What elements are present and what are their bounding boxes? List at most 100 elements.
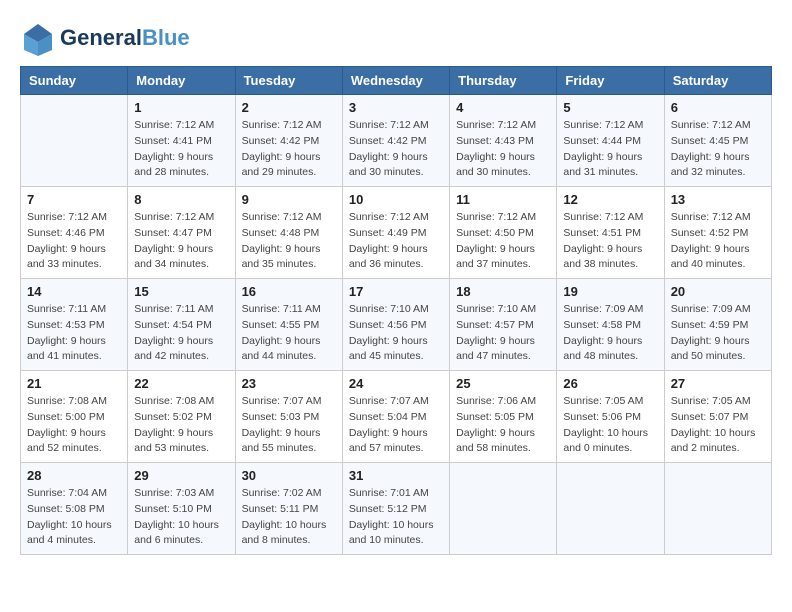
day-number: 8: [134, 192, 228, 207]
calendar-cell: 31 Sunrise: 7:01 AM Sunset: 5:12 PM Dayli…: [342, 463, 449, 555]
calendar-cell: 23 Sunrise: 7:07 AM Sunset: 5:03 PM Dayli…: [235, 371, 342, 463]
day-number: 19: [563, 284, 657, 299]
calendar-cell: 10 Sunrise: 7:12 AM Sunset: 4:49 PM Dayli…: [342, 187, 449, 279]
day-number: 4: [456, 100, 550, 115]
day-info: Sunrise: 7:12 AM Sunset: 4:41 PM Dayligh…: [134, 118, 228, 181]
calendar-cell: 7 Sunrise: 7:12 AM Sunset: 4:46 PM Daylig…: [21, 187, 128, 279]
week-row-4: 21 Sunrise: 7:08 AM Sunset: 5:00 PM Dayli…: [21, 371, 772, 463]
logo: GeneralBlue: [20, 20, 190, 56]
day-number: 1: [134, 100, 228, 115]
day-number: 18: [456, 284, 550, 299]
day-info: Sunrise: 7:10 AM Sunset: 4:57 PM Dayligh…: [456, 302, 550, 365]
calendar-cell: 30Sunrise: 7:02 AM Sunset: 5:11 PM Dayli…: [235, 463, 342, 555]
day-info: Sunrise: 7:11 AM Sunset: 4:53 PM Dayligh…: [27, 302, 121, 365]
day-number: 7: [27, 192, 121, 207]
day-info: Sunrise: 7:08 AM Sunset: 5:00 PM Dayligh…: [27, 394, 121, 457]
day-number: 26: [563, 376, 657, 391]
day-number: 20: [671, 284, 765, 299]
col-header-saturday: Saturday: [664, 67, 771, 95]
day-number: 16: [242, 284, 336, 299]
col-header-friday: Friday: [557, 67, 664, 95]
day-info: Sunrise: 7:08 AM Sunset: 5:02 PM Dayligh…: [134, 394, 228, 457]
day-number: 27: [671, 376, 765, 391]
page-header: GeneralBlue: [20, 20, 772, 56]
day-info: Sunrise: 7:11 AM Sunset: 4:55 PM Dayligh…: [242, 302, 336, 365]
day-number: 24: [349, 376, 443, 391]
calendar-cell: 1 Sunrise: 7:12 AM Sunset: 4:41 PM Daylig…: [128, 95, 235, 187]
calendar-cell: 11 Sunrise: 7:12 AM Sunset: 4:50 PM Dayli…: [450, 187, 557, 279]
day-info: Sunrise: 7:10 AM Sunset: 4:56 PM Dayligh…: [349, 302, 443, 365]
logo-text: GeneralBlue: [60, 25, 190, 51]
calendar-cell: [557, 463, 664, 555]
week-row-5: 28 Sunrise: 7:04 AM Sunset: 5:08 PM Dayli…: [21, 463, 772, 555]
calendar-cell: 18 Sunrise: 7:10 AM Sunset: 4:57 PM Dayli…: [450, 279, 557, 371]
day-info: Sunrise: 7:12 AM Sunset: 4:44 PM Dayligh…: [563, 118, 657, 181]
calendar-cell: 9Sunrise: 7:12 AM Sunset: 4:48 PM Daylig…: [235, 187, 342, 279]
day-number: 14: [27, 284, 121, 299]
day-info: Sunrise: 7:12 AM Sunset: 4:52 PM Dayligh…: [671, 210, 765, 273]
day-number: 22: [134, 376, 228, 391]
calendar-cell: 14 Sunrise: 7:11 AM Sunset: 4:53 PM Dayli…: [21, 279, 128, 371]
day-info: Sunrise: 7:09 AM Sunset: 4:58 PM Dayligh…: [563, 302, 657, 365]
calendar-table: SundayMondayTuesdayWednesdayThursdayFrid…: [20, 66, 772, 555]
day-number: 29: [134, 468, 228, 483]
calendar-cell: 16 Sunrise: 7:11 AM Sunset: 4:55 PM Dayli…: [235, 279, 342, 371]
day-info: Sunrise: 7:07 AM Sunset: 5:03 PM Dayligh…: [242, 394, 336, 457]
day-info: Sunrise: 7:04 AM Sunset: 5:08 PM Dayligh…: [27, 486, 121, 549]
calendar-cell: 20Sunrise: 7:09 AM Sunset: 4:59 PM Dayli…: [664, 279, 771, 371]
day-info: Sunrise: 7:05 AM Sunset: 5:07 PM Dayligh…: [671, 394, 765, 457]
week-row-2: 7 Sunrise: 7:12 AM Sunset: 4:46 PM Daylig…: [21, 187, 772, 279]
day-info: Sunrise: 7:12 AM Sunset: 4:43 PM Dayligh…: [456, 118, 550, 181]
day-number: 6: [671, 100, 765, 115]
day-number: 3: [349, 100, 443, 115]
day-info: Sunrise: 7:12 AM Sunset: 4:42 PM Dayligh…: [349, 118, 443, 181]
calendar-cell: 26 Sunrise: 7:05 AM Sunset: 5:06 PM Dayli…: [557, 371, 664, 463]
calendar-cell: 13Sunrise: 7:12 AM Sunset: 4:52 PM Dayli…: [664, 187, 771, 279]
calendar-cell: 8Sunrise: 7:12 AM Sunset: 4:47 PM Daylig…: [128, 187, 235, 279]
day-info: Sunrise: 7:07 AM Sunset: 5:04 PM Dayligh…: [349, 394, 443, 457]
day-number: 11: [456, 192, 550, 207]
day-info: Sunrise: 7:03 AM Sunset: 5:10 PM Dayligh…: [134, 486, 228, 549]
calendar-cell: 15 Sunrise: 7:11 AM Sunset: 4:54 PM Dayli…: [128, 279, 235, 371]
day-info: Sunrise: 7:12 AM Sunset: 4:46 PM Dayligh…: [27, 210, 121, 273]
day-number: 28: [27, 468, 121, 483]
week-row-3: 14 Sunrise: 7:11 AM Sunset: 4:53 PM Dayli…: [21, 279, 772, 371]
day-number: 17: [349, 284, 443, 299]
day-number: 23: [242, 376, 336, 391]
day-info: Sunrise: 7:02 AM Sunset: 5:11 PM Dayligh…: [242, 486, 336, 549]
day-info: Sunrise: 7:05 AM Sunset: 5:06 PM Dayligh…: [563, 394, 657, 457]
calendar-cell: 29 Sunrise: 7:03 AM Sunset: 5:10 PM Dayli…: [128, 463, 235, 555]
calendar-cell: [450, 463, 557, 555]
day-info: Sunrise: 7:06 AM Sunset: 5:05 PM Dayligh…: [456, 394, 550, 457]
day-info: Sunrise: 7:01 AM Sunset: 5:12 PM Dayligh…: [349, 486, 443, 549]
calendar-cell: 17 Sunrise: 7:10 AM Sunset: 4:56 PM Dayli…: [342, 279, 449, 371]
day-number: 31: [349, 468, 443, 483]
day-number: 12: [563, 192, 657, 207]
calendar-cell: [664, 463, 771, 555]
week-row-1: 1 Sunrise: 7:12 AM Sunset: 4:41 PM Daylig…: [21, 95, 772, 187]
day-info: Sunrise: 7:11 AM Sunset: 4:54 PM Dayligh…: [134, 302, 228, 365]
day-number: 10: [349, 192, 443, 207]
day-number: 5: [563, 100, 657, 115]
day-info: Sunrise: 7:12 AM Sunset: 4:45 PM Dayligh…: [671, 118, 765, 181]
day-number: 2: [242, 100, 336, 115]
day-info: Sunrise: 7:12 AM Sunset: 4:42 PM Dayligh…: [242, 118, 336, 181]
calendar-cell: 12 Sunrise: 7:12 AM Sunset: 4:51 PM Dayli…: [557, 187, 664, 279]
logo-icon: [20, 20, 56, 56]
day-number: 15: [134, 284, 228, 299]
calendar-cell: 5 Sunrise: 7:12 AM Sunset: 4:44 PM Daylig…: [557, 95, 664, 187]
day-info: Sunrise: 7:12 AM Sunset: 4:49 PM Dayligh…: [349, 210, 443, 273]
col-header-monday: Monday: [128, 67, 235, 95]
calendar-cell: 21 Sunrise: 7:08 AM Sunset: 5:00 PM Dayli…: [21, 371, 128, 463]
calendar-cell: 4 Sunrise: 7:12 AM Sunset: 4:43 PM Daylig…: [450, 95, 557, 187]
day-number: 21: [27, 376, 121, 391]
calendar-cell: 22 Sunrise: 7:08 AM Sunset: 5:02 PM Dayli…: [128, 371, 235, 463]
day-info: Sunrise: 7:12 AM Sunset: 4:50 PM Dayligh…: [456, 210, 550, 273]
calendar-cell: 28 Sunrise: 7:04 AM Sunset: 5:08 PM Dayli…: [21, 463, 128, 555]
day-number: 9: [242, 192, 336, 207]
calendar-cell: 2 Sunrise: 7:12 AM Sunset: 4:42 PM Daylig…: [235, 95, 342, 187]
calendar-cell: 19 Sunrise: 7:09 AM Sunset: 4:58 PM Dayli…: [557, 279, 664, 371]
col-header-tuesday: Tuesday: [235, 67, 342, 95]
col-header-sunday: Sunday: [21, 67, 128, 95]
day-info: Sunrise: 7:12 AM Sunset: 4:51 PM Dayligh…: [563, 210, 657, 273]
